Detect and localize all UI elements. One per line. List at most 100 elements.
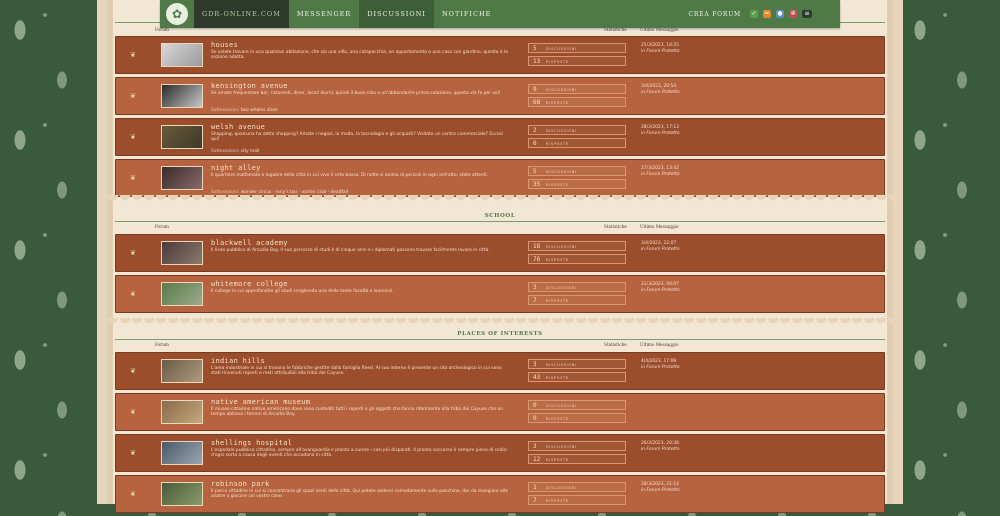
navbar-right: CREA FORUM ✓ ≈ ● ✲ ≡ <box>688 10 840 18</box>
last-post-date: 22/3/2023, 09:07 <box>641 282 679 287</box>
forum-title-link[interactable]: robinson park <box>211 480 270 488</box>
col-stats: Statistiche <box>604 342 627 347</box>
discussions-number: 2 <box>533 127 537 134</box>
forum-title-link[interactable]: whitemore college <box>211 280 288 288</box>
discussions-label: DISCUSSIONI <box>546 47 577 51</box>
forum-title-link[interactable]: native american museum <box>211 398 310 406</box>
section-school: SCHOOL Forum Statistiche Ultimo Messaggi… <box>115 211 885 316</box>
rss-icon[interactable]: ≈ <box>763 10 771 18</box>
discussions-count: 3 DISCUSSIONI <box>528 441 626 451</box>
replies-count: 12 RISPOSTE <box>528 454 626 464</box>
user-icon[interactable]: ● <box>776 10 784 18</box>
replies-count: 13 RISPOSTE <box>528 56 626 66</box>
forum-thumbnail[interactable] <box>161 125 203 149</box>
forum-row[interactable]: ❦ robinson park Il parco cittadino in cui … <box>115 475 885 513</box>
forum-row[interactable]: ❦ whitemore college Il college in cui appr… <box>115 275 885 313</box>
replies-label: RISPOSTE <box>546 142 569 146</box>
forum-thumbnail[interactable] <box>161 441 203 465</box>
left-page-margin <box>97 0 107 504</box>
last-post[interactable]: 22/3/2023, 09:07 in Forum Protetto <box>641 282 680 294</box>
nav-messenger[interactable]: MESSENGER <box>289 0 359 28</box>
forum-description: Il museo cittadino nativo americano dove… <box>211 407 504 418</box>
replies-number: 68 <box>533 99 541 106</box>
last-post-date: 28/3/2023, 21:14 <box>641 482 679 487</box>
forum-thumbnail[interactable] <box>161 400 203 424</box>
discussions-number: 3 <box>533 443 537 450</box>
forum-title-link[interactable]: shellings hospital <box>211 439 292 447</box>
replies-number: 76 <box>533 256 541 263</box>
subforum-links[interactable]: two whales diner <box>241 108 278 113</box>
last-post-forum[interactable]: in Forum Protetto <box>641 131 680 136</box>
forum-title-link[interactable]: kensington avenue <box>211 82 288 90</box>
forum-row[interactable]: ❦ night alley Il quartiere malfamato e lug… <box>115 159 885 197</box>
forum-title-link[interactable]: night alley <box>211 164 261 172</box>
col-forum: Forum <box>155 342 169 347</box>
brand-link[interactable]: GDR-ONLINE.COM <box>194 0 289 28</box>
nav-discussioni[interactable]: DISCUSSIONI <box>359 0 434 28</box>
last-post-date: 28/3/2023, 17:13 <box>641 125 679 130</box>
menu-icon[interactable]: ≡ <box>802 10 812 18</box>
last-post[interactable]: 3/4/2023, 22:07 in Forum Protetto <box>641 241 680 253</box>
replies-number: 6 <box>533 140 537 147</box>
forum-title-link[interactable]: welsh avenue <box>211 123 265 131</box>
create-forum-link[interactable]: CREA FORUM <box>688 11 741 18</box>
forum-thumbnail[interactable] <box>161 43 203 67</box>
section-locations: Forum Statistiche Ultimo Messaggio ❦ hous… <box>115 20 885 200</box>
last-post[interactable]: 28/3/2023, 17:13 in Forum Protetto <box>641 125 680 137</box>
forum-thumbnail[interactable] <box>161 482 203 506</box>
discussions-number: 1 <box>533 484 537 491</box>
subforum-links[interactable]: city mall <box>241 149 260 154</box>
leaf-icon: ❦ <box>130 51 136 59</box>
last-post-forum[interactable]: in Forum Protetto <box>641 365 680 370</box>
last-post-date: 25/3/2023, 18:25 <box>641 43 679 48</box>
last-post[interactable]: 26/3/2023, 20:38 in Forum Protetto <box>641 441 680 453</box>
forum-title-link[interactable]: indian hills <box>211 357 265 365</box>
last-post[interactable]: 27/3/2023, 13:42 in Forum Protetto <box>641 166 680 178</box>
forum-row[interactable]: ❦ houses Se volete trovare in una qualsias… <box>115 36 885 74</box>
last-post[interactable]: 28/3/2023, 21:14 in Forum Protetto <box>641 482 680 494</box>
last-post-forum[interactable]: in Forum Protetto <box>641 247 680 252</box>
right-page-margin <box>893 0 903 504</box>
forum-title-link[interactable]: houses <box>211 41 238 49</box>
last-post-forum[interactable]: in Forum Protetto <box>641 90 680 95</box>
discussions-label: DISCUSSIONI <box>546 88 577 92</box>
forum-title-link[interactable]: blackwell academy <box>211 239 288 247</box>
nav-notifiche[interactable]: NOTIFICHE <box>434 0 499 28</box>
forum-description: Il parco cittadino in cui si concentrano… <box>211 489 508 500</box>
forum-row[interactable]: ❦ blackwell academy Il liceo pubblico di A… <box>115 234 885 272</box>
forum-thumbnail[interactable] <box>161 282 203 306</box>
last-post-date: 27/3/2023, 13:42 <box>641 166 679 171</box>
discussions-count: 3 DISCUSSIONI <box>528 282 626 292</box>
last-post-forum[interactable]: in Forum Protetto <box>641 447 680 452</box>
last-post-forum[interactable]: in Forum Protetto <box>641 172 680 177</box>
section-places: PLACES OF INTERESTS Forum Statistiche Ul… <box>115 329 885 516</box>
forum-description: Il quartiere malfamato e lugubre della c… <box>211 173 488 178</box>
forum-thumbnail[interactable] <box>161 241 203 265</box>
check-icon[interactable]: ✓ <box>750 10 758 18</box>
discussions-number: 18 <box>533 243 541 250</box>
forum-description: Il college in cui approfondire gli studi… <box>211 289 394 294</box>
discussions-number: 0 <box>533 402 537 409</box>
forum-row[interactable]: ❦ indian hills L'area industriale in cui s… <box>115 352 885 390</box>
last-post-forum[interactable]: in Forum Protetto <box>641 288 680 293</box>
settings-icon[interactable]: ✲ <box>789 10 797 18</box>
site-logo-icon[interactable]: ✿ <box>166 3 188 25</box>
forum-row[interactable]: ❦ welsh avenue Shopping, qualcuno ha detto… <box>115 118 885 156</box>
forum-row[interactable]: ❦ shellings hospital L'ospedale pubblico c… <box>115 434 885 472</box>
last-post[interactable]: 4/4/2023, 17:09 in Forum Protetto <box>641 359 680 371</box>
last-post-forum[interactable]: in Forum Protetto <box>641 49 680 54</box>
forum-thumbnail[interactable] <box>161 84 203 108</box>
discussions-label: DISCUSSIONI <box>546 129 577 133</box>
last-post[interactable]: 25/3/2023, 18:25 in Forum Protetto <box>641 43 680 55</box>
discussions-count: 1 DISCUSSIONI <box>528 482 626 492</box>
forum-row[interactable]: ❦ native american museum Il museo cittadin… <box>115 393 885 431</box>
discussions-label: DISCUSSIONI <box>546 363 577 367</box>
replies-count: 35 RISPOSTE <box>528 179 626 189</box>
forum-thumbnail[interactable] <box>161 166 203 190</box>
leaf-icon: ❦ <box>130 290 136 298</box>
forum-thumbnail[interactable] <box>161 359 203 383</box>
forum-row[interactable]: ❦ kensington avenue Se amate frequentare b… <box>115 77 885 115</box>
replies-number: 43 <box>533 374 541 381</box>
last-post[interactable]: 3/4/2023, 20:54 in Forum Protetto <box>641 84 680 96</box>
last-post-forum[interactable]: in Forum Protetto <box>641 488 680 493</box>
